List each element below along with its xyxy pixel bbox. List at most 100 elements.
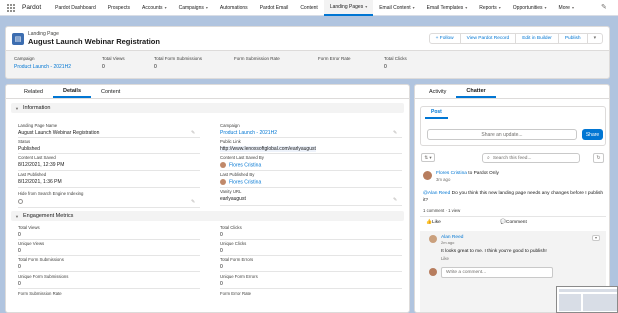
avatar bbox=[220, 162, 226, 168]
chevron-down-icon[interactable]: ▾ bbox=[545, 5, 547, 10]
author-link[interactable]: Flores Cristina bbox=[436, 171, 467, 176]
post-timestamp[interactable]: 3m ago bbox=[436, 177, 450, 182]
page-title: August Launch Webinar Registration bbox=[28, 37, 160, 46]
campaign-link[interactable]: Product Launch - 2021H2 bbox=[220, 130, 277, 136]
user-link[interactable]: Flores Cristina bbox=[220, 179, 261, 185]
field-landing-page-name: Landing Page Name August Launch Webinar … bbox=[18, 123, 100, 136]
mention-link[interactable]: @Alan Reed bbox=[423, 191, 450, 196]
edit-pencil-icon[interactable]: ✎ bbox=[393, 130, 397, 136]
chevron-down-icon[interactable]: ▾ bbox=[165, 5, 167, 10]
nav-item-label: Landing Pages bbox=[329, 3, 364, 10]
hide-from-search-checkbox[interactable] bbox=[18, 199, 23, 204]
edit-pencil-icon[interactable]: ✎ bbox=[393, 197, 397, 203]
nav-item-label: Opportunities bbox=[512, 4, 543, 11]
nav-item-accounts[interactable]: Accounts ▾ bbox=[136, 0, 173, 16]
field-last-published: Last Published 8/12/2021, 1:36 PM bbox=[18, 172, 62, 185]
avatar bbox=[429, 235, 437, 243]
campaign-link[interactable]: Product Launch - 2021H2 bbox=[14, 64, 71, 70]
nav-item-label: More bbox=[558, 4, 570, 11]
nav-item-email-templates[interactable]: Email Templates ▾ bbox=[421, 0, 474, 16]
nav-item-opportunities[interactable]: Opportunities ▾ bbox=[507, 0, 553, 16]
metric-form-error-rate: Form Error Rate bbox=[220, 291, 252, 296]
tab-activity[interactable]: Activity bbox=[419, 85, 456, 98]
chevron-down-icon[interactable]: ▾ bbox=[465, 5, 467, 10]
chevron-down-icon[interactable]: ▾ bbox=[413, 5, 415, 10]
metric-total-views: Total Views 0 bbox=[18, 225, 40, 238]
metric-total-form-errors: Total Form Errors 0 bbox=[220, 257, 254, 270]
search-icon: ⌕ bbox=[487, 155, 490, 161]
field-public-link: Public Link http://www.lenoxsoftglobal.c… bbox=[220, 139, 316, 152]
user-link[interactable]: Flores Cristina bbox=[220, 162, 264, 168]
nav-item-content[interactable]: Content bbox=[294, 0, 324, 16]
share-button[interactable]: Share bbox=[582, 129, 603, 140]
publish-button[interactable]: Publish bbox=[557, 33, 588, 44]
nav-item-pardot-dashboard[interactable]: Pardot Dashboard bbox=[49, 0, 102, 16]
feed-search-input[interactable]: ⌕ Search this feed... bbox=[482, 153, 580, 163]
edit-in-builder-button[interactable]: Edit in Builder bbox=[515, 33, 559, 44]
edit-pencil-icon[interactable]: ✎ bbox=[191, 199, 195, 205]
share-update-input[interactable]: Share an update... bbox=[427, 129, 577, 140]
avatar bbox=[220, 179, 226, 185]
section-engagement-metrics[interactable]: ▼ Engagement Metrics bbox=[11, 211, 404, 221]
nav-item-more[interactable]: More ▾ bbox=[553, 0, 580, 16]
post-stats: 1 comment · 1 view bbox=[423, 208, 461, 213]
comment-timestamp: 2m ago bbox=[441, 240, 455, 245]
pencil-icon[interactable]: ✎ bbox=[601, 3, 610, 12]
public-link[interactable]: http://www.lenoxsoftglobal.com/earlyaugu… bbox=[220, 146, 316, 152]
metric-total-clicks: Total Clicks 0 bbox=[220, 225, 242, 238]
landing-page-icon: ▤ bbox=[12, 33, 24, 45]
follow-button[interactable]: + Follow bbox=[428, 33, 461, 44]
nav-item-pardot-email[interactable]: Pardot Email bbox=[254, 0, 295, 16]
metric-form-submission-rate: Form Submission Rate bbox=[18, 291, 62, 296]
more-actions-chevron-icon[interactable]: ▾ bbox=[586, 33, 603, 44]
chevron-down-icon[interactable]: ▾ bbox=[592, 235, 600, 241]
tab-post[interactable]: Post bbox=[425, 107, 448, 119]
comment-label: Comment bbox=[505, 220, 527, 225]
global-nav: Pardot Pardot Dashboard Prospects Accounts… bbox=[0, 0, 618, 16]
field-campaign: Campaign Product Launch - 2021H2 bbox=[220, 123, 277, 136]
chevron-down-icon[interactable]: ▾ bbox=[365, 4, 367, 9]
metric-total-form-submissions: Total Form Submissions 0 bbox=[18, 257, 64, 270]
nav-item-label: Campaigns bbox=[178, 4, 204, 11]
like-button[interactable]: 👍 Like bbox=[426, 220, 441, 225]
video-thumbnail[interactable] bbox=[556, 286, 618, 313]
comment-button[interactable]: 💬 Comment bbox=[500, 220, 527, 225]
edit-pencil-icon[interactable]: ✎ bbox=[191, 130, 195, 136]
view-pardot-record-button[interactable]: View Pardot Record bbox=[459, 33, 517, 44]
tab-details[interactable]: Details bbox=[52, 85, 92, 98]
tab-content[interactable]: Content bbox=[91, 85, 130, 98]
nav-item-landing-pages[interactable]: Landing Pages ▾ bbox=[323, 0, 374, 16]
chevron-down-icon[interactable]: ▾ bbox=[206, 5, 208, 10]
nav-item-automations[interactable]: Automations bbox=[214, 0, 254, 16]
write-comment-input[interactable]: Write a comment... bbox=[441, 267, 553, 278]
nav-item-label: Automations bbox=[219, 4, 248, 11]
nav-item-email-content[interactable]: Email Content ▾ bbox=[373, 0, 420, 16]
avatar bbox=[423, 171, 432, 180]
post-author: Flores Cristina to Pardot Only bbox=[436, 171, 499, 176]
nav-item-label: Content bbox=[300, 4, 318, 11]
chatter-panel: Activity Chatter Post Share an update...… bbox=[414, 84, 610, 313]
section-information[interactable]: ▼ Information bbox=[11, 103, 404, 113]
feed-filter-icon[interactable]: ⇅ ▾ bbox=[421, 153, 435, 162]
avatar bbox=[429, 268, 437, 276]
refresh-icon[interactable]: ↻ bbox=[593, 153, 604, 163]
highlight-campaign: Campaign Product Launch - 2021H2 bbox=[14, 56, 71, 70]
tab-chatter[interactable]: Chatter bbox=[456, 85, 496, 98]
tab-related[interactable]: Related bbox=[14, 85, 53, 98]
nav-item-prospects[interactable]: Prospects bbox=[102, 0, 136, 16]
chevron-down-icon: ▼ bbox=[15, 213, 19, 219]
app-launcher-icon[interactable] bbox=[4, 1, 18, 15]
like-label: Like bbox=[431, 220, 441, 225]
nav-item-label: Reports bbox=[479, 4, 497, 11]
nav-item-reports[interactable]: Reports ▾ bbox=[473, 0, 507, 16]
field-last-published-by: Last Published By Flores Cristina bbox=[220, 172, 262, 186]
record-tabs: Related Details Content bbox=[6, 85, 409, 99]
section-title: Engagement Metrics bbox=[22, 213, 74, 219]
comment-like-link[interactable]: Like bbox=[441, 256, 449, 261]
chevron-down-icon[interactable]: ▾ bbox=[499, 5, 501, 10]
field-hide-from-search: Hide from Search Engine Indexing bbox=[18, 191, 83, 206]
chevron-down-icon[interactable]: ▾ bbox=[572, 5, 574, 10]
field-content-last-saved-by: Content Last Saved By Flores Cristina bbox=[220, 155, 264, 169]
highlight-total-views: Total Views 0 bbox=[102, 56, 125, 70]
nav-item-campaigns[interactable]: Campaigns ▾ bbox=[173, 0, 214, 16]
